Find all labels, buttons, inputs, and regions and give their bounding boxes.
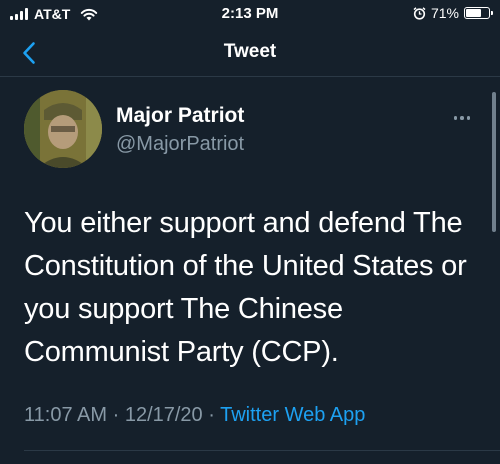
tweet-meta: 11:07 AM · 12/17/20 · Twitter Web App — [24, 404, 365, 427]
status-right: 71% — [413, 5, 493, 21]
more-button[interactable] — [450, 110, 474, 126]
author-handle[interactable]: @MajorPatriot — [116, 133, 244, 156]
alarm-icon — [413, 6, 426, 20]
more-horizontal-icon — [453, 116, 458, 120]
divider — [24, 450, 500, 451]
battery-percent: 71% — [430, 5, 459, 21]
tweet-time: 11:07 AM — [24, 404, 108, 426]
battery-icon — [464, 7, 493, 19]
scrollbar[interactable] — [492, 92, 496, 232]
page-title: Tweet — [223, 41, 277, 62]
author-name[interactable]: Major Patriot — [116, 104, 244, 128]
avatar-image — [24, 90, 102, 168]
battery-fill — [466, 9, 482, 17]
status-bar: AT&T 2:13 PM 71% — [0, 0, 500, 28]
tweet-text: You either support and defend The Consti… — [24, 207, 467, 368]
meta-separator: · — [208, 404, 215, 426]
tweet-date: 12/17/20 — [124, 404, 203, 426]
nav-bar: Tweet — [0, 30, 500, 77]
meta-separator: · — [112, 404, 120, 426]
avatar[interactable] — [24, 90, 102, 168]
tweet-source-link[interactable]: Twitter Web App — [220, 404, 365, 426]
